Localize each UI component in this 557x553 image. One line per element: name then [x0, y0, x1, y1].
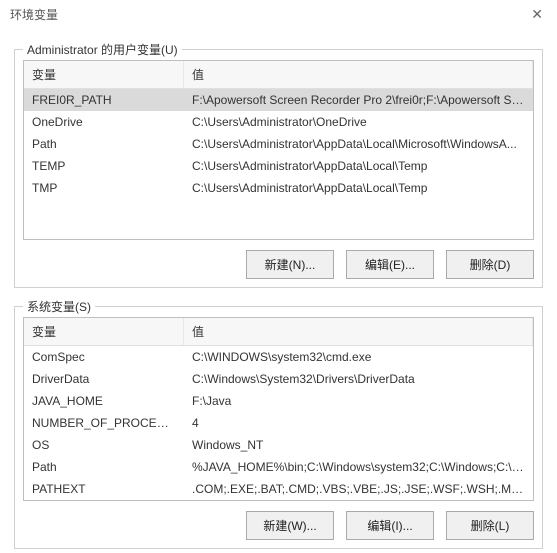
- cell-variable-value: C:\Users\Administrator\AppData\Local\Tem…: [184, 178, 533, 198]
- system-delete-button[interactable]: 删除(L): [446, 511, 534, 540]
- cell-variable-value: .COM;.EXE;.BAT;.CMD;.VBS;.VBE;.JS;.JSE;.…: [184, 479, 533, 499]
- col-header-name[interactable]: 变量: [24, 318, 184, 345]
- table-header: 变量 值: [24, 318, 533, 346]
- table-row[interactable]: JAVA_HOMEF:\Java: [24, 390, 533, 412]
- cell-variable-name: NUMBER_OF_PROCESSORS: [24, 413, 184, 433]
- table-header: 变量 值: [24, 61, 533, 89]
- table-row[interactable]: Path%JAVA_HOME%\bin;C:\Windows\system32;…: [24, 456, 533, 478]
- user-delete-button[interactable]: 删除(D): [446, 250, 534, 279]
- table-row[interactable]: ComSpecC:\WINDOWS\system32\cmd.exe: [24, 346, 533, 368]
- titlebar: 环境变量 ✕: [0, 0, 557, 27]
- user-variables-table[interactable]: 变量 值 FREI0R_PATHF:\Apowersoft Screen Rec…: [23, 60, 534, 240]
- table-row[interactable]: FREI0R_PATHF:\Apowersoft Screen Recorder…: [24, 89, 533, 111]
- table-row[interactable]: OSWindows_NT: [24, 434, 533, 456]
- cell-variable-name: FREI0R_PATH: [24, 90, 184, 110]
- table-row[interactable]: TEMPC:\Users\Administrator\AppData\Local…: [24, 155, 533, 177]
- col-header-value[interactable]: 值: [184, 61, 533, 88]
- system-new-button[interactable]: 新建(W)...: [246, 511, 334, 540]
- cell-variable-name: OneDrive: [24, 112, 184, 132]
- table-row[interactable]: DriverDataC:\Windows\System32\Drivers\Dr…: [24, 368, 533, 390]
- cell-variable-value: 4: [184, 413, 533, 433]
- cell-variable-value: C:\Users\Administrator\OneDrive: [184, 112, 533, 132]
- table-row[interactable]: PathC:\Users\Administrator\AppData\Local…: [24, 133, 533, 155]
- system-edit-button[interactable]: 编辑(I)...: [346, 511, 434, 540]
- table-row[interactable]: TMPC:\Users\Administrator\AppData\Local\…: [24, 177, 533, 199]
- cell-variable-name: TEMP: [24, 156, 184, 176]
- cell-variable-name: TMP: [24, 178, 184, 198]
- cell-variable-value: C:\Users\Administrator\AppData\Local\Tem…: [184, 156, 533, 176]
- cell-variable-value: %JAVA_HOME%\bin;C:\Windows\system32;C:\W…: [184, 457, 533, 477]
- cell-variable-name: Path: [24, 457, 184, 477]
- table-row[interactable]: PATHEXT.COM;.EXE;.BAT;.CMD;.VBS;.VBE;.JS…: [24, 478, 533, 500]
- cell-variable-name: OS: [24, 435, 184, 455]
- cell-variable-value: C:\Windows\System32\Drivers\DriverData: [184, 369, 533, 389]
- table-row[interactable]: OneDriveC:\Users\Administrator\OneDrive: [24, 111, 533, 133]
- col-header-value[interactable]: 值: [184, 318, 533, 345]
- cell-variable-name: DriverData: [24, 369, 184, 389]
- cell-variable-value: C:\WINDOWS\system32\cmd.exe: [184, 347, 533, 367]
- window-title: 环境变量: [10, 6, 58, 23]
- table-row[interactable]: NUMBER_OF_PROCESSORS4: [24, 412, 533, 434]
- system-variables-group: 系统变量(S) 变量 值 ComSpecC:\WINDOWS\system32\…: [14, 306, 543, 549]
- cell-variable-name: PATHEXT: [24, 479, 184, 499]
- user-edit-button[interactable]: 编辑(E)...: [346, 250, 434, 279]
- cell-variable-value: C:\Users\Administrator\AppData\Local\Mic…: [184, 134, 533, 154]
- col-header-name[interactable]: 变量: [24, 61, 184, 88]
- close-icon[interactable]: ✕: [525, 6, 549, 23]
- system-group-label: 系统变量(S): [23, 298, 95, 315]
- user-group-label: Administrator 的用户变量(U): [23, 41, 182, 58]
- cell-variable-value: Windows_NT: [184, 435, 533, 455]
- cell-variable-name: Path: [24, 134, 184, 154]
- user-variables-group: Administrator 的用户变量(U) 变量 值 FREI0R_PATHF…: [14, 49, 543, 288]
- cell-variable-value: F:\Java: [184, 391, 533, 411]
- user-new-button[interactable]: 新建(N)...: [246, 250, 334, 279]
- system-variables-table[interactable]: 变量 值 ComSpecC:\WINDOWS\system32\cmd.exeD…: [23, 317, 534, 501]
- cell-variable-value: F:\Apowersoft Screen Recorder Pro 2\frei…: [184, 90, 533, 110]
- cell-variable-name: ComSpec: [24, 347, 184, 367]
- cell-variable-name: JAVA_HOME: [24, 391, 184, 411]
